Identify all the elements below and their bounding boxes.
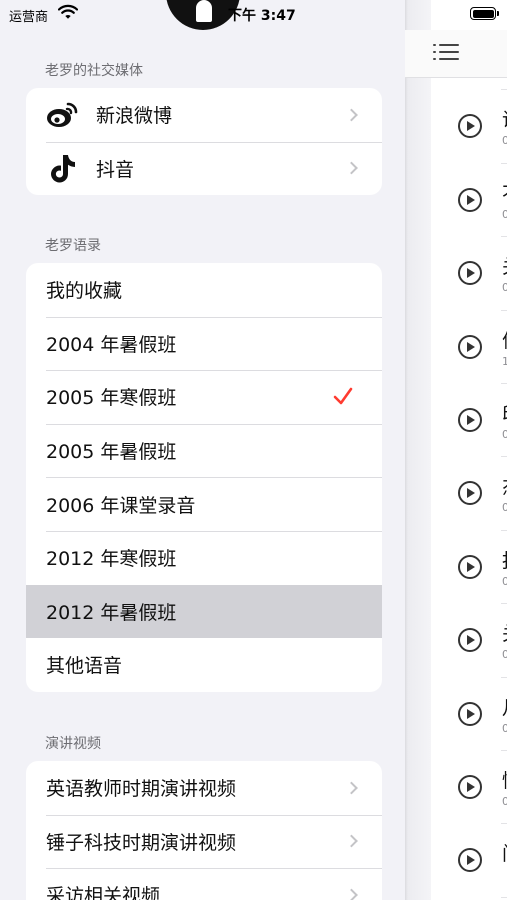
track-subtitle: 0	[502, 134, 507, 148]
sidebar-item-2005-summer[interactable]: 2005 年暑假班	[26, 423, 382, 478]
track-title: 信	[502, 326, 507, 353]
list-icon[interactable]	[433, 42, 459, 62]
carrier-label: 运营商	[9, 10, 49, 25]
sidebar-item-label: 采访相关视频	[46, 885, 161, 900]
sidebar-item-favorites[interactable]: 我的收藏	[26, 263, 382, 317]
sidebar-item-weibo[interactable]: 新浪微博	[26, 88, 382, 142]
sidebar-item-label: 2012 年寒假班	[46, 548, 177, 571]
list-item[interactable]: 情 0	[431, 751, 507, 825]
track-subtitle: 0	[502, 207, 507, 221]
weibo-icon	[46, 99, 78, 131]
track-subtitle: 1	[502, 354, 507, 368]
checkmark-icon	[333, 387, 353, 405]
play-icon[interactable]	[458, 701, 482, 726]
sidebar-item-2004-summer[interactable]: 2004 年暑假班	[26, 316, 382, 371]
track-title: 说	[502, 105, 507, 132]
sidebar-item-2006-class[interactable]: 2006 年课堂录音	[26, 477, 382, 531]
play-icon[interactable]	[458, 628, 482, 653]
sidebar-item-label: 英语教师时期演讲视频	[46, 778, 237, 801]
chevron-right-icon	[345, 162, 358, 175]
sidebar-item-label: 2012 年暑假班	[46, 601, 177, 624]
section-header-quotes: 老罗语录	[45, 238, 101, 254]
list-item[interactable]: 信 1	[431, 311, 507, 385]
sidebar-item-label: 2005 年寒假班	[46, 387, 177, 410]
chevron-right-icon	[345, 108, 358, 122]
section-header-videos: 演讲视频	[45, 736, 101, 752]
track-title: 门	[502, 839, 507, 866]
track-title: 关	[502, 619, 507, 646]
sidebar-item-label: 新浪微博	[96, 105, 173, 128]
wifi-icon	[58, 4, 78, 19]
section-header-social: 老罗的社交媒体	[45, 63, 143, 79]
track-subtitle: 0	[502, 574, 507, 588]
list-item[interactable]: 门	[431, 824, 507, 899]
detail-panel: r 0 说 0 不 0 关 0 信 1 印 0 杰	[431, 0, 507, 900]
sidebar-item-2012-summer[interactable]: 2012 年暑假班	[26, 584, 382, 639]
sidebar-item-label: 2006 年课堂录音	[46, 494, 196, 517]
quotes-group: 我的收藏 2004 年暑假班 2005 年寒假班 2005 年暑假班 2006 …	[26, 263, 382, 692]
list-item[interactable]: 关 0	[431, 604, 507, 678]
sidebar-item-interview-videos[interactable]: 采访相关视频	[26, 868, 382, 900]
track-subtitle: 0	[502, 794, 507, 808]
play-icon[interactable]	[458, 481, 482, 506]
play-icon[interactable]	[458, 334, 482, 359]
chevron-right-icon	[345, 835, 358, 848]
sidebar: 老罗的社交媒体 新浪微博 抖音 老罗语录 我的收藏 2004 年暑假班 2005…	[0, 0, 405, 900]
play-icon[interactable]	[458, 114, 482, 139]
track-subtitle: 0	[502, 427, 507, 441]
play-icon[interactable]	[458, 187, 482, 212]
detail-nav-bar	[405, 30, 507, 78]
play-icon[interactable]	[458, 848, 482, 873]
track-subtitle: 0	[502, 501, 507, 515]
track-title: 情	[502, 766, 507, 793]
track-title: 不	[502, 179, 507, 206]
videos-group: 英语教师时期演讲视频 锤子科技时期演讲视频 采访相关视频	[26, 761, 382, 900]
play-icon[interactable]	[458, 554, 482, 579]
chevron-right-icon	[345, 888, 358, 900]
track-subtitle: 0	[502, 648, 507, 662]
social-media-group: 新浪微博 抖音	[26, 88, 382, 196]
list-item[interactable]: 月 0	[431, 678, 507, 752]
battery-icon	[470, 7, 499, 20]
list-item[interactable]: 印 0	[431, 384, 507, 458]
sidebar-item-teacher-videos[interactable]: 英语教师时期演讲视频	[26, 761, 382, 815]
sidebar-item-label: 2004 年暑假班	[46, 333, 177, 356]
play-icon[interactable]	[458, 774, 482, 799]
sidebar-item-label: 我的收藏	[46, 280, 123, 303]
track-title: 关	[502, 252, 507, 279]
track-subtitle: 0	[502, 281, 507, 295]
sidebar-item-smartisan-videos[interactable]: 锤子科技时期演讲视频	[26, 814, 382, 869]
list-item[interactable]: 不 0	[431, 164, 507, 238]
chevron-right-icon	[345, 781, 358, 795]
play-icon[interactable]	[458, 261, 482, 286]
status-bar: 运营商 下午 3:47	[0, 0, 507, 30]
list-item[interactable]: 报 0	[431, 531, 507, 605]
track-title: 报	[502, 546, 507, 573]
track-subtitle: 0	[502, 721, 507, 735]
sidebar-item-label: 抖音	[96, 158, 135, 181]
track-title: 杰	[502, 472, 507, 499]
clock-time: 下午 3:47	[228, 8, 296, 24]
sidebar-item-2005-winter[interactable]: 2005 年寒假班	[26, 370, 382, 424]
list-item[interactable]: 说 0	[431, 90, 507, 165]
sidebar-item-other-audio[interactable]: 其他语音	[26, 638, 382, 692]
split-divider	[405, 0, 431, 900]
track-list: r 0 说 0 不 0 关 0 信 1 印 0 杰	[431, 32, 507, 899]
sidebar-item-label: 其他语音	[46, 655, 123, 678]
track-title: 月	[502, 693, 507, 720]
play-icon[interactable]	[458, 407, 482, 432]
track-title: 印	[502, 399, 507, 426]
sidebar-item-label: 2005 年暑假班	[46, 441, 177, 464]
list-item[interactable]: 关 0	[431, 237, 507, 311]
sidebar-item-label: 锤子科技时期演讲视频	[46, 831, 237, 854]
list-item[interactable]: 杰 0	[431, 457, 507, 532]
sidebar-item-douyin[interactable]: 抖音	[26, 141, 382, 196]
sidebar-item-2012-winter[interactable]: 2012 年寒假班	[26, 530, 382, 585]
douyin-icon	[46, 152, 78, 184]
